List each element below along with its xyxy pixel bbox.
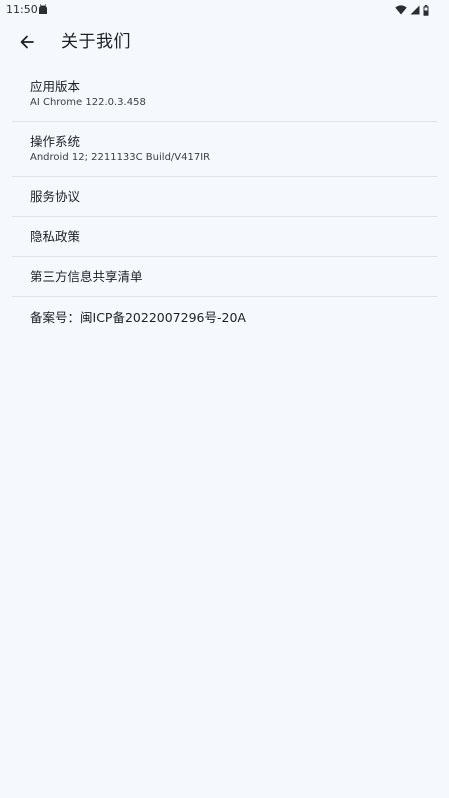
list-item-privacy-policy[interactable]: 隐私政策 [12, 217, 437, 257]
item-subtitle: Android 12; 2211133C Build/V417IR [30, 152, 211, 163]
back-button[interactable] [16, 31, 38, 53]
list-item-app-version[interactable]: 应用版本 AI Chrome 122.0.3.458 [12, 67, 437, 122]
status-icons [395, 3, 429, 17]
page-title: 关于我们 [61, 32, 131, 52]
list-item-third-party-sharing[interactable]: 第三方信息共享清单 [12, 257, 437, 297]
android-icon [39, 4, 47, 14]
list-item-os[interactable]: 操作系统 Android 12; 2211133C Build/V417IR [12, 122, 437, 177]
arrow-left-icon [20, 35, 34, 49]
battery-icon [423, 4, 429, 16]
item-title: 隐私政策 [30, 229, 81, 244]
item-title: 服务协议 [30, 189, 81, 204]
beian-label: 备案号： [30, 309, 81, 325]
beian-row: 备案号： 闽ICP备2022007296号-20A [30, 309, 419, 326]
list-item-service-agreement[interactable]: 服务协议 [12, 177, 437, 217]
status-bar: 11:50 [0, 0, 449, 20]
cell-signal-icon [410, 5, 420, 15]
wifi-icon [395, 5, 407, 15]
beian-value: 闽ICP备2022007296号-20A [80, 309, 246, 325]
about-list: 应用版本 AI Chrome 122.0.3.458 操作系统 Android … [12, 67, 437, 337]
app-bar: 关于我们 [0, 20, 449, 64]
item-subtitle: AI Chrome 122.0.3.458 [30, 97, 146, 108]
item-title: 第三方信息共享清单 [30, 269, 143, 284]
item-title: 应用版本 [30, 79, 81, 94]
list-item-beian[interactable]: 备案号： 闽ICP备2022007296号-20A [12, 297, 437, 337]
item-title: 操作系统 [30, 134, 81, 149]
status-time: 11:50 [6, 3, 38, 16]
